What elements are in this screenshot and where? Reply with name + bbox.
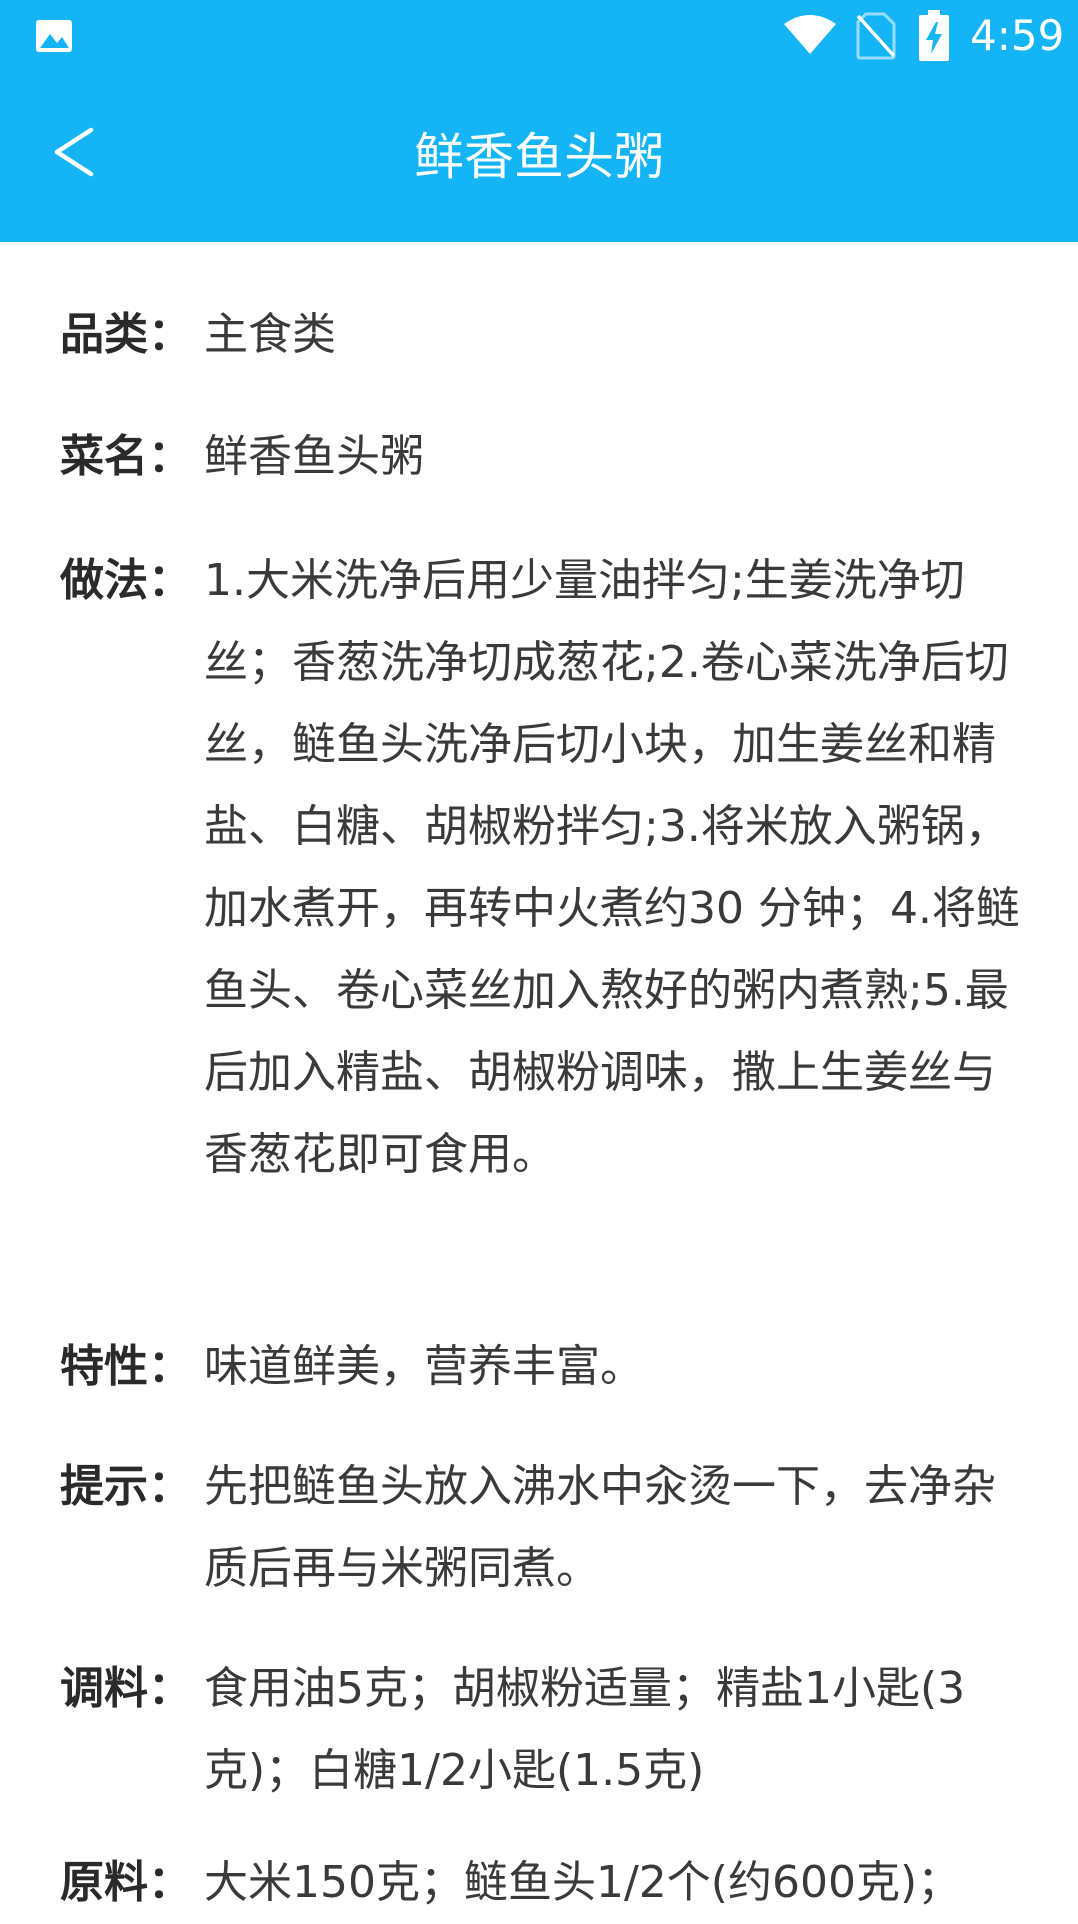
tip-label: 提示： bbox=[60, 1461, 192, 1512]
tip-row: 提示： 先把鲢鱼头放入沸水中汆烫一下，去净杂质后再与米粥同煮。 bbox=[60, 1446, 1030, 1610]
category-value: 主食类 bbox=[204, 309, 336, 360]
no-sim-icon bbox=[856, 12, 896, 60]
ingredients-value: 大米150克；鲢鱼头1/2个(约600克)； bbox=[204, 1857, 962, 1908]
wifi-icon bbox=[784, 15, 836, 54]
status-time: 4:59 bbox=[970, 11, 1065, 60]
tip-value: 先把鲢鱼头放入沸水中汆烫一下，去净杂质后再与米粥同煮。 bbox=[204, 1461, 996, 1594]
status-bar: 4:59 bbox=[0, 0, 1078, 72]
seasoning-value: 食用油5克；胡椒粉适量；精盐1小匙(3克)；白糖1/2小匙(1.5克) bbox=[204, 1663, 966, 1796]
category-label: 品类： bbox=[60, 309, 192, 360]
feature-row: 特性： 味道鲜美，营养丰富。 bbox=[60, 1326, 1030, 1408]
name-label: 菜名： bbox=[60, 431, 192, 482]
seasoning-row: 调料： 食用油5克；胡椒粉适量；精盐1小匙(3克)；白糖1/2小匙(1.5克) bbox=[60, 1648, 1030, 1812]
feature-label: 特性： bbox=[60, 1341, 192, 1392]
toolbar: 鲜香鱼头粥 bbox=[0, 72, 1078, 242]
page-title: 鲜香鱼头粥 bbox=[414, 128, 664, 186]
name-row: 菜名： 鲜香鱼头粥 bbox=[60, 416, 1030, 498]
back-button[interactable] bbox=[30, 112, 120, 192]
battery-charging-icon bbox=[919, 10, 949, 61]
method-label: 做法： bbox=[60, 555, 192, 606]
method-row: 做法： 1.大米洗净后用少量油拌匀;生姜洗净切丝；香葱洗净切成葱花;2.卷心菜洗… bbox=[60, 540, 1030, 1196]
category-row: 品类： 主食类 bbox=[60, 294, 1030, 376]
method-value: 1.大米洗净后用少量油拌匀;生姜洗净切丝；香葱洗净切成葱花;2.卷心菜洗净后切丝… bbox=[204, 555, 1020, 1180]
seasoning-label: 调料： bbox=[60, 1663, 192, 1714]
ingredients-label: 原料： bbox=[60, 1857, 192, 1908]
app-bar: 4:59 鲜香鱼头粥 bbox=[0, 0, 1078, 242]
feature-value: 味道鲜美，营养丰富。 bbox=[204, 1341, 644, 1392]
gallery-icon bbox=[36, 20, 72, 52]
name-value: 鲜香鱼头粥 bbox=[204, 431, 424, 482]
ingredients-row: 原料： 大米150克；鲢鱼头1/2个(约600克)； bbox=[60, 1842, 1030, 1924]
chevron-left-icon bbox=[54, 127, 94, 177]
